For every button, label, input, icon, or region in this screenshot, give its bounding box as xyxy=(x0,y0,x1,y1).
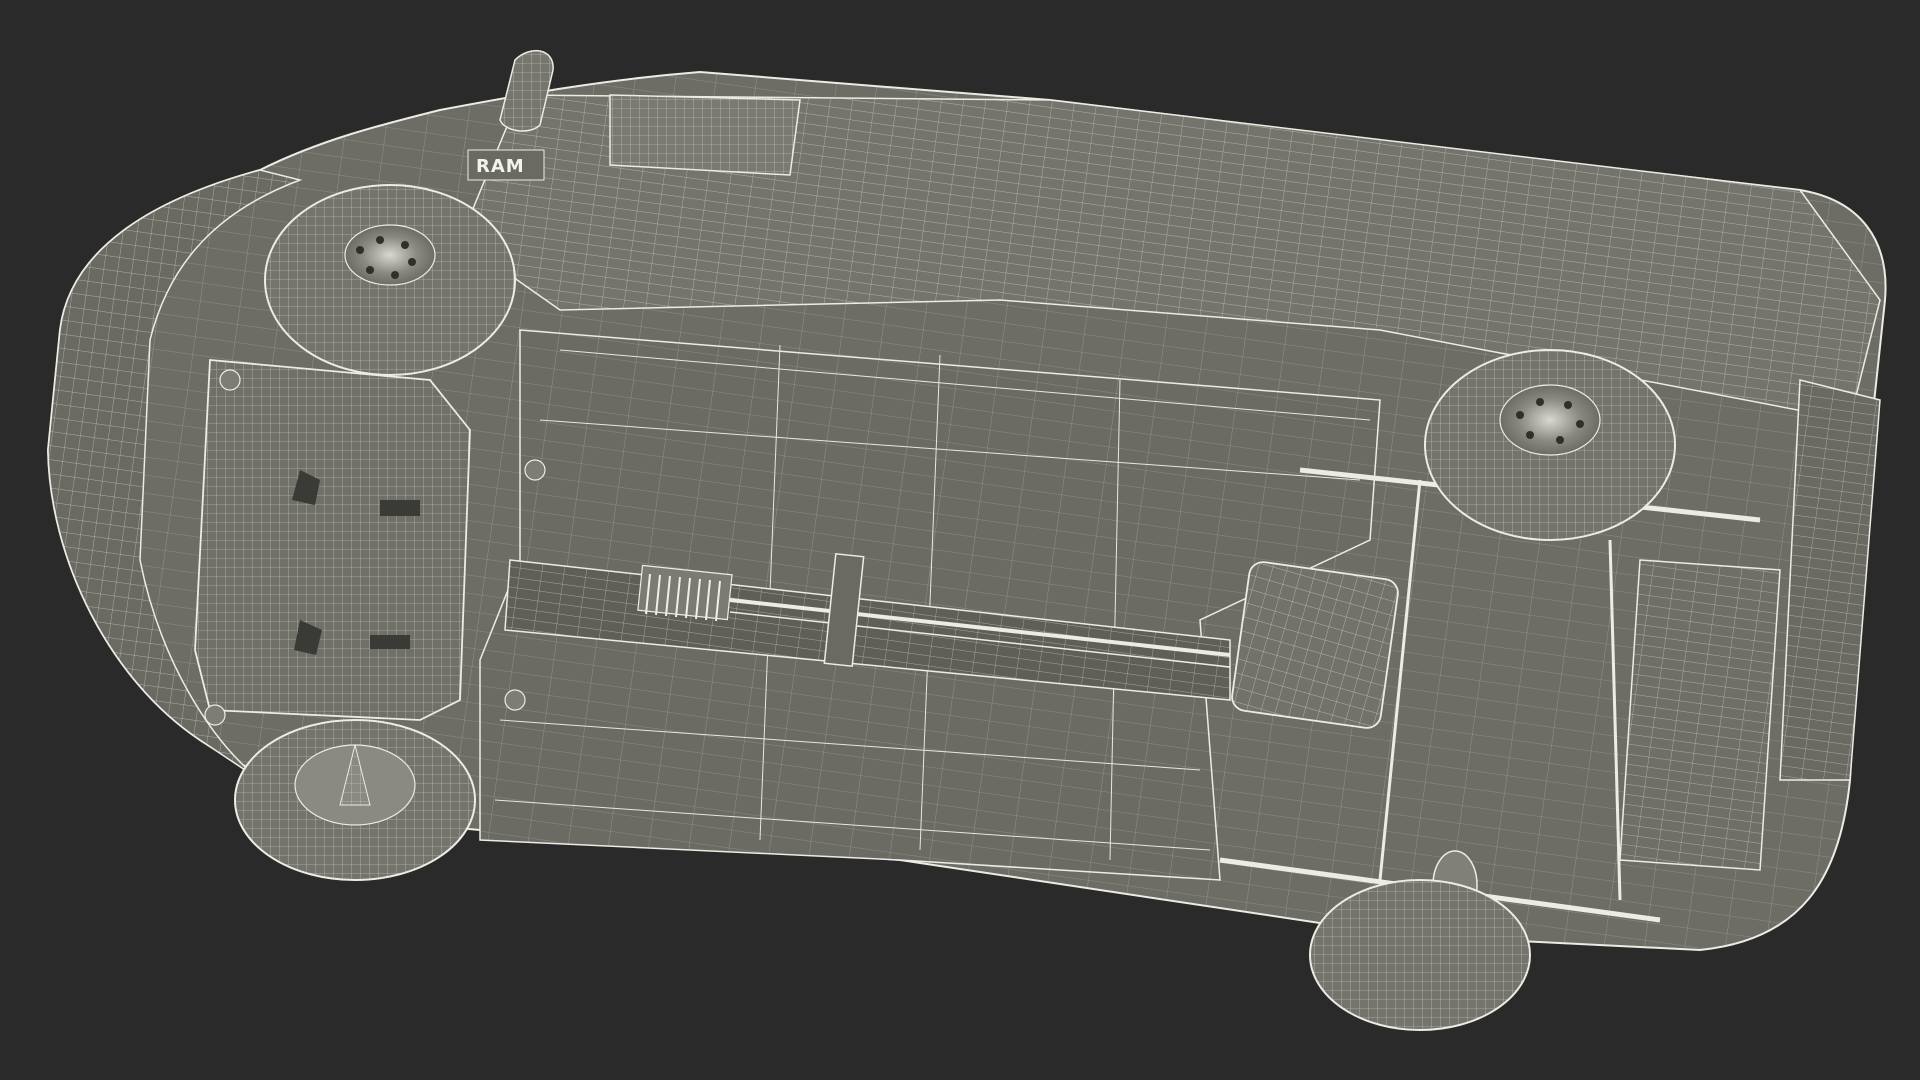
rear-wheel-lower xyxy=(1309,879,1531,1031)
windshield xyxy=(609,94,801,176)
front-wheel-upper xyxy=(264,184,516,376)
fuel-tank xyxy=(1231,561,1399,729)
svg-text:RAM: RAM xyxy=(476,156,525,177)
brand-logo: RAM xyxy=(467,149,545,181)
render-viewport: RAM xyxy=(0,0,1920,1080)
front-wheel-lower xyxy=(234,719,476,881)
van-wireframe-render: RAM xyxy=(46,50,1887,1031)
rear-wheel-upper xyxy=(1424,349,1676,541)
